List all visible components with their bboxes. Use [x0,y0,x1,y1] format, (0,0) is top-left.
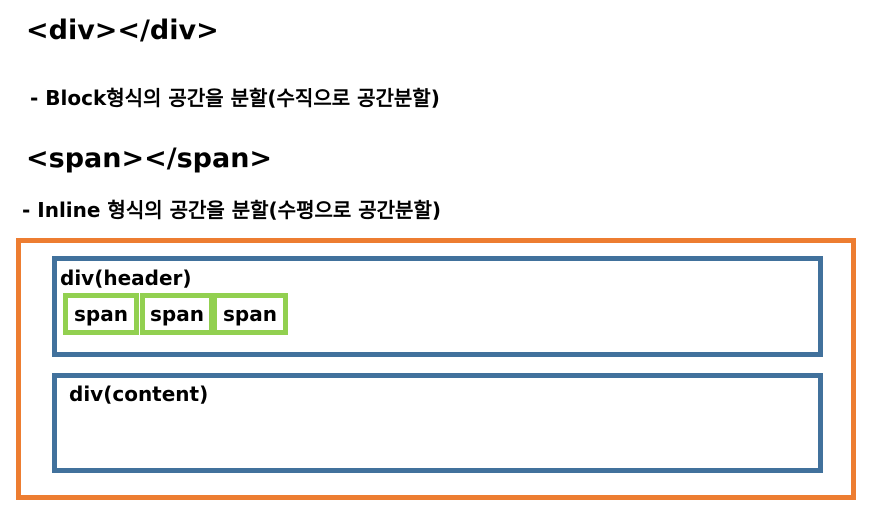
header-div-label: div(header) [60,266,192,290]
span-tag-heading: <span></span> [26,143,273,174]
div-description: - Block형식의 공간을 분할(수직으로 공간분할) [30,86,440,110]
span-description: - Inline 형식의 공간을 분할(수평으로 공간분할) [22,198,441,222]
span-box-2: span [140,293,214,335]
content-div-label: div(content) [69,382,209,406]
div-tag-heading: <div></div> [26,15,219,46]
span-box-3: span [212,293,288,335]
span-box-1: span [63,293,139,335]
